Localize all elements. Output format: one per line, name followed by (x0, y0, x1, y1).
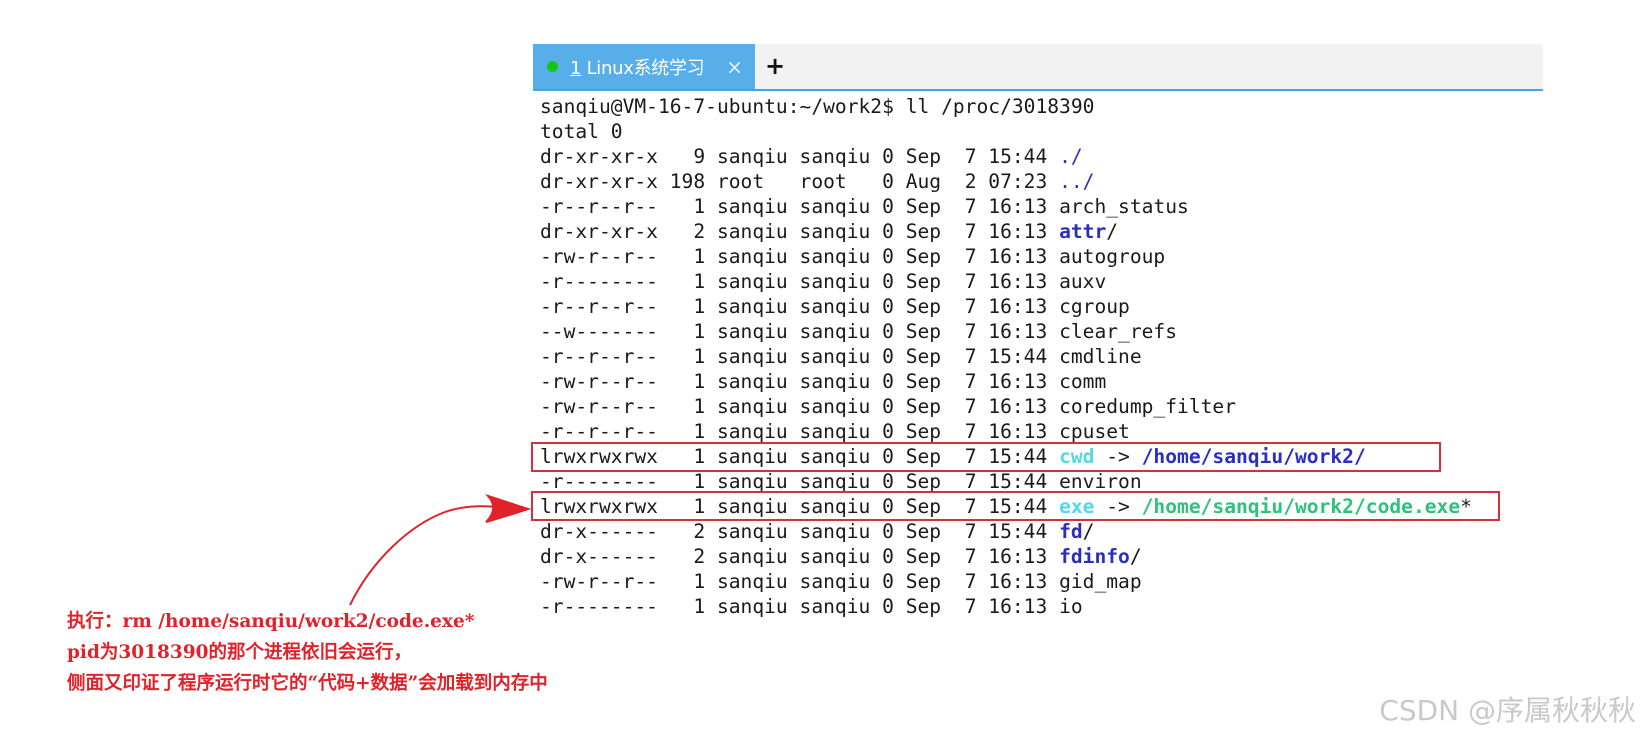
annotation-line-2: pid为3018390的那个进程依旧会运行， (67, 642, 413, 663)
annotation-note: 执行：rm /home/sanqiu/work2/code.exe* pid为3… (67, 606, 548, 699)
watermark: CSDN @序属秋秋秋 (1379, 694, 1636, 727)
annotation-line-1: 执行：rm /home/sanqiu/work2/code.exe* (67, 611, 475, 632)
annotation-line-3: 侧面又印证了程序运行时它的“代码+数据”会加载到内存中 (67, 673, 548, 694)
screenshot-canvas: 1 Linux系统学习 × + sanqiu@VM-16-7-ubuntu:~/… (0, 0, 1650, 738)
